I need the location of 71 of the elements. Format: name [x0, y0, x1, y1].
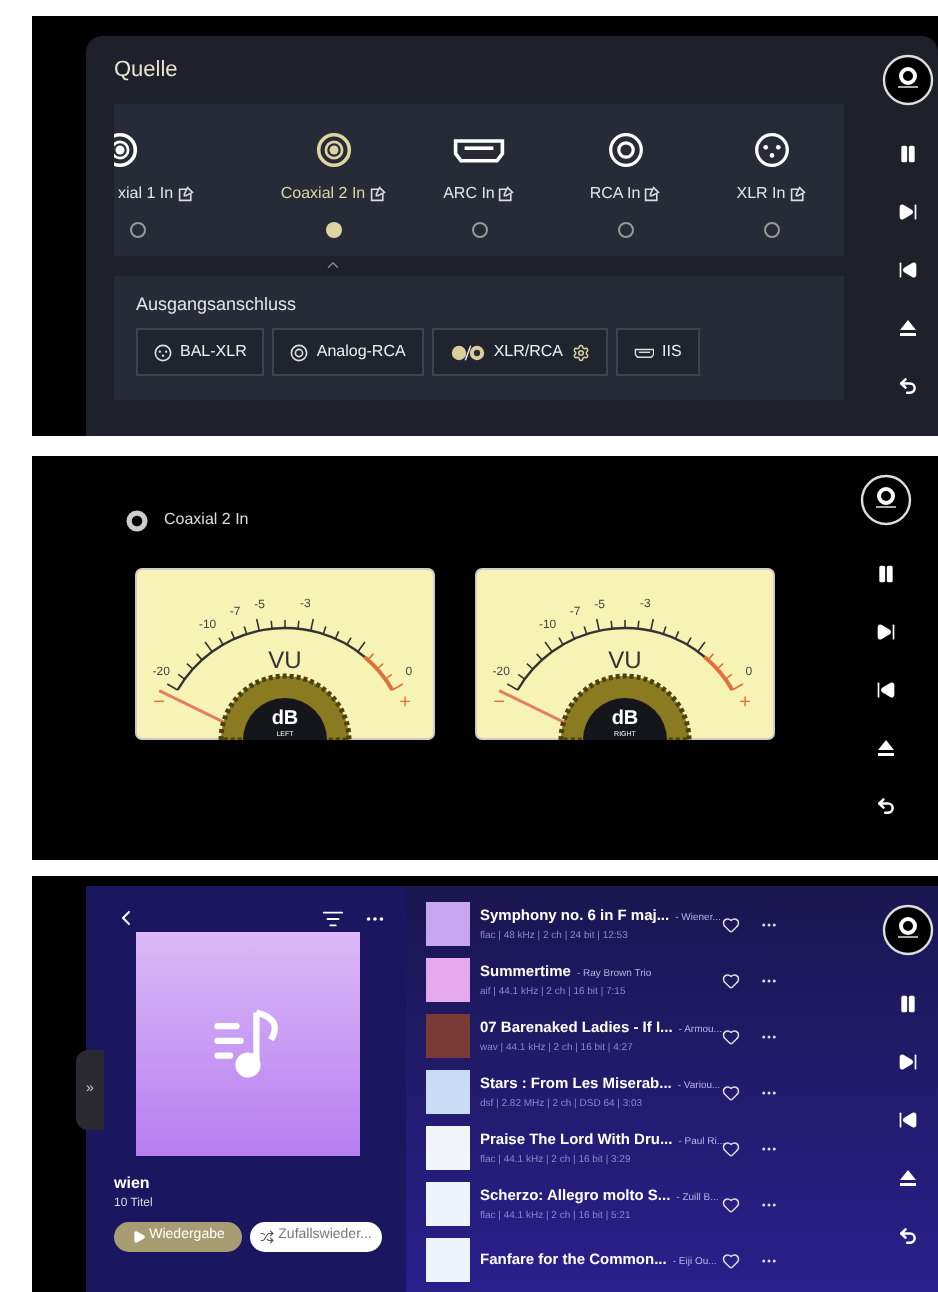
heart-icon[interactable]	[722, 1083, 740, 1101]
heart-icon[interactable]	[722, 915, 740, 933]
minus-sign: −	[493, 692, 505, 714]
heart-icon[interactable]	[722, 1251, 740, 1269]
edit-icon[interactable]	[498, 186, 515, 202]
db-badge	[583, 698, 667, 740]
radio-button[interactable]	[325, 222, 341, 238]
pointer-icon	[324, 256, 342, 274]
minus-sign: −	[153, 692, 165, 714]
radio-button[interactable]	[471, 222, 487, 238]
eject-icon[interactable]	[898, 318, 918, 338]
ring-icon	[290, 343, 309, 361]
pause-icon[interactable]	[898, 994, 918, 1014]
source-label: Coaxial 2 In	[164, 508, 249, 532]
pause-icon[interactable]	[898, 144, 918, 164]
radio-button[interactable]	[763, 222, 779, 238]
input-label[interactable]: XLR In	[736, 182, 786, 206]
settings-icon[interactable]	[571, 343, 590, 361]
playlist-name: wien	[114, 1176, 152, 1192]
ring-icon	[126, 509, 148, 531]
sort-list-icon[interactable]	[322, 907, 344, 929]
radio-button[interactable]	[617, 222, 633, 238]
pause-icon[interactable]	[876, 564, 896, 584]
return-icon[interactable]	[898, 1226, 918, 1246]
heart-icon[interactable]	[722, 1195, 740, 1213]
panel-title: Quelle	[114, 60, 180, 82]
play-icon	[131, 1230, 146, 1244]
radio-button[interactable]	[130, 222, 146, 238]
input-label[interactable]: ARC In	[443, 182, 495, 206]
heart-icon[interactable]	[722, 1139, 740, 1157]
output-option[interactable]: IIS	[615, 328, 700, 376]
section-title: Ausgangsanschluss	[136, 296, 299, 314]
input-label[interactable]: RCA In	[589, 182, 641, 206]
db-badge	[243, 698, 327, 740]
hdmi-icon	[633, 345, 655, 359]
heart-icon[interactable]	[722, 1027, 740, 1045]
shuffle-icon	[260, 1230, 275, 1244]
ring-icon	[607, 132, 643, 168]
return-icon[interactable]	[876, 796, 896, 816]
unit-label: VU	[608, 646, 642, 674]
edit-icon[interactable]	[177, 186, 194, 202]
disc-icon[interactable]	[882, 904, 934, 956]
unit-label: VU	[268, 646, 302, 674]
disc-icon[interactable]	[882, 54, 934, 106]
output-option[interactable]: BAL-XLR	[136, 328, 265, 376]
skip-forward-icon[interactable]	[898, 1052, 918, 1072]
xlr-icon	[753, 132, 789, 168]
edit-icon[interactable]	[644, 186, 661, 202]
db-label: dB	[271, 708, 299, 730]
skip-back-icon[interactable]	[898, 1110, 918, 1130]
disc-icon[interactable]	[860, 474, 912, 526]
coaxial-icon	[315, 132, 351, 168]
edit-icon[interactable]	[369, 186, 386, 202]
db-label: dB	[611, 708, 639, 730]
output-option[interactable]: Analog-RCA	[272, 328, 424, 376]
skip-back-icon[interactable]	[876, 680, 896, 700]
skip-forward-icon[interactable]	[876, 622, 896, 642]
xlr-rca-icon	[449, 343, 486, 361]
return-icon[interactable]	[898, 376, 918, 396]
edit-icon[interactable]	[789, 186, 806, 202]
output-option[interactable]: XLR/RCA	[431, 328, 608, 376]
input-label[interactable]: xial 1 In	[118, 182, 174, 206]
plus-sign: +	[399, 692, 411, 714]
heart-icon[interactable]	[722, 971, 740, 989]
eject-icon[interactable]	[898, 1168, 918, 1188]
input-label[interactable]: Coaxial 2 In	[280, 182, 366, 206]
eject-icon[interactable]	[876, 738, 896, 758]
skip-forward-icon[interactable]	[898, 202, 918, 222]
xlr-icon	[154, 343, 172, 361]
plus-sign: +	[739, 692, 751, 714]
skip-back-icon[interactable]	[898, 260, 918, 280]
